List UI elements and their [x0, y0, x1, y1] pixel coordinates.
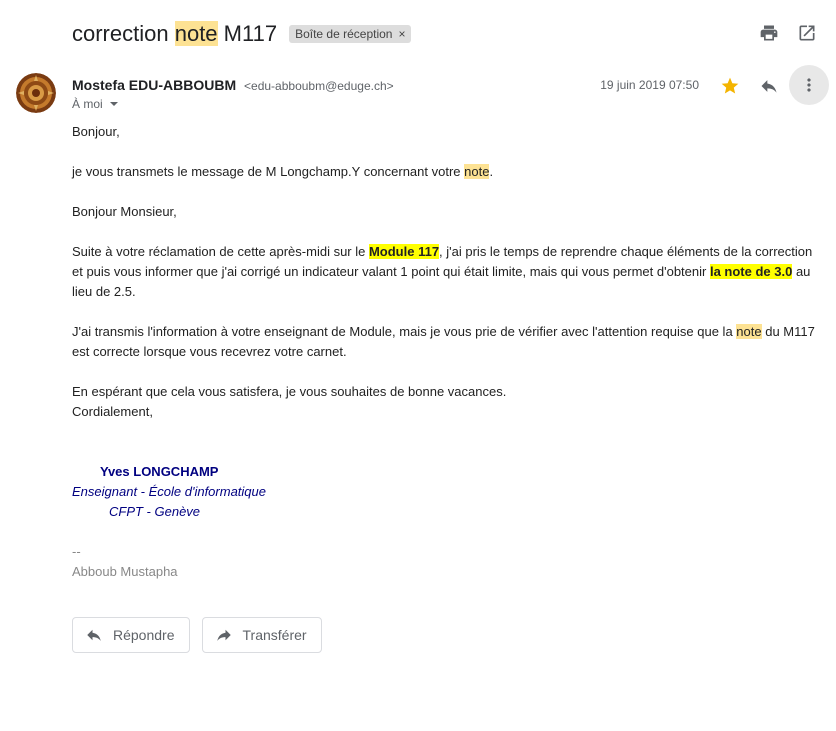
forward-button[interactable]: Transférer	[201, 617, 322, 653]
greeting: Bonjour,	[72, 124, 120, 139]
paragraph-info: J'ai transmis l'information à votre ense…	[72, 322, 822, 362]
signature-role: Enseignant - École d'informatique	[72, 484, 266, 499]
signature: Yves LONGCHAMP Enseignant - École d'info…	[72, 462, 822, 522]
reply-actions: Répondre Transférer	[72, 617, 322, 653]
more-vert-icon	[807, 78, 811, 92]
inbox-label-text: Boîte de réception	[295, 27, 393, 41]
paragraph-reclamation: Suite à votre réclamation de cette après…	[72, 242, 822, 302]
closing: En espérant que cela vous satisfera, je …	[72, 382, 822, 422]
signature-separator: --	[72, 544, 81, 559]
reply-button[interactable]: Répondre	[72, 617, 190, 653]
remove-label-icon[interactable]: ×	[398, 27, 405, 41]
search-highlight: note	[464, 164, 490, 179]
signature-place: CFPT - Genève	[109, 504, 201, 519]
sender-line: Mostefa EDU-ABBOUBM <edu-abboubm@eduge.c…	[72, 77, 394, 93]
chevron-down-icon	[109, 102, 118, 106]
subject-text: correction	[72, 21, 175, 46]
subject-row: correction note M117 Boîte de réception …	[72, 18, 412, 50]
forward-label: Transférer	[242, 627, 307, 643]
sender-avatar[interactable]	[16, 73, 56, 113]
sender-name[interactable]: Mostefa EDU-ABBOUBM	[72, 77, 236, 93]
intro-line: je vous transmets le message de M Longch…	[72, 162, 822, 182]
reply-icon[interactable]	[759, 76, 779, 101]
p2-text-a: Suite à votre réclamation de cette après…	[72, 244, 369, 259]
email-body: Bonjour, je vous transmets le message de…	[72, 122, 822, 582]
intro-text: je vous transmets le message de M Longch…	[72, 164, 465, 179]
inbox-label-chip[interactable]: Boîte de réception ×	[289, 25, 412, 43]
salutation: Bonjour Monsieur,	[72, 204, 177, 219]
recipient-text: À moi	[72, 97, 103, 111]
sender-email: <edu-abboubm@eduge.ch>	[244, 79, 394, 93]
p3-text-a: J'ai transmis l'information à votre ense…	[72, 324, 737, 339]
module-highlight: Module 117	[368, 244, 440, 259]
email-date: 19 juin 2019 07:50	[600, 78, 699, 92]
subject-text-end: M117	[217, 21, 278, 46]
star-icon[interactable]	[720, 76, 740, 101]
closing-line-1: En espérant que cela vous satisfera, je …	[72, 384, 507, 399]
print-icon[interactable]	[758, 22, 780, 44]
search-highlight-2: note	[736, 324, 762, 339]
reply-label: Répondre	[113, 627, 175, 643]
reply-icon	[87, 629, 101, 641]
signature-name: Yves LONGCHAMP	[100, 464, 219, 479]
recipient-details-toggle[interactable]: À moi	[72, 97, 119, 111]
subject-search-highlight: note	[174, 21, 218, 46]
top-actions	[758, 22, 818, 44]
intro-text-end: .	[489, 164, 494, 179]
open-in-new-icon[interactable]	[796, 22, 818, 44]
closing-line-2: Cordialement,	[72, 404, 153, 419]
footer-name: Abboub Mustapha	[72, 564, 178, 579]
grade-highlight: la note de 3.0	[709, 264, 793, 279]
forward-icon	[216, 629, 231, 641]
email-subject: correction note M117	[72, 21, 277, 47]
more-options-button[interactable]	[789, 65, 829, 105]
